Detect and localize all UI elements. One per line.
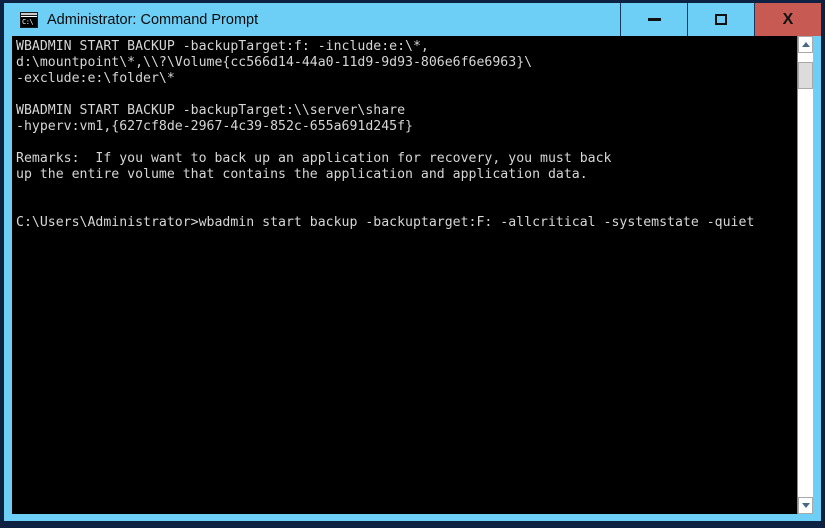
- command-prompt-window: C:\ Administrator: Command Prompt X WBAD…: [4, 3, 821, 521]
- icon-prompt-text: C:\: [21, 16, 37, 27]
- console-scrollbar[interactable]: [797, 36, 813, 514]
- console-text: WBADMIN START BACKUP -backupTarget:f: -i…: [16, 39, 755, 230]
- window-right-edge: [813, 36, 821, 521]
- icon-titlebar-stripe: [21, 12, 37, 16]
- chevron-down-icon: [801, 503, 810, 508]
- minimize-icon: [647, 18, 661, 21]
- scroll-down-button[interactable]: [798, 497, 813, 514]
- window-title: Administrator: Command Prompt: [47, 11, 259, 28]
- close-icon: X: [782, 10, 794, 28]
- console-client-area: WBADMIN START BACKUP -backupTarget:f: -i…: [12, 36, 813, 514]
- scrollbar-track[interactable]: [798, 53, 813, 497]
- command-prompt-icon[interactable]: C:\: [20, 11, 38, 28]
- scrollbar-thumb[interactable]: [798, 62, 813, 89]
- maximize-icon: [715, 14, 727, 25]
- maximize-button[interactable]: [687, 3, 754, 36]
- window-titlebar[interactable]: C:\ Administrator: Command Prompt X: [4, 3, 821, 36]
- minimize-button[interactable]: [620, 3, 687, 36]
- titlebar-left-group: C:\ Administrator: Command Prompt: [4, 11, 620, 28]
- scroll-up-button[interactable]: [798, 36, 813, 53]
- window-controls: X: [620, 3, 821, 36]
- window-bottom-edge: [4, 514, 821, 521]
- desktop-background: C:\ Administrator: Command Prompt X WBAD…: [0, 0, 825, 528]
- close-button[interactable]: X: [754, 3, 821, 36]
- console-output-area[interactable]: WBADMIN START BACKUP -backupTarget:f: -i…: [12, 36, 797, 514]
- chevron-up-icon: [801, 42, 810, 47]
